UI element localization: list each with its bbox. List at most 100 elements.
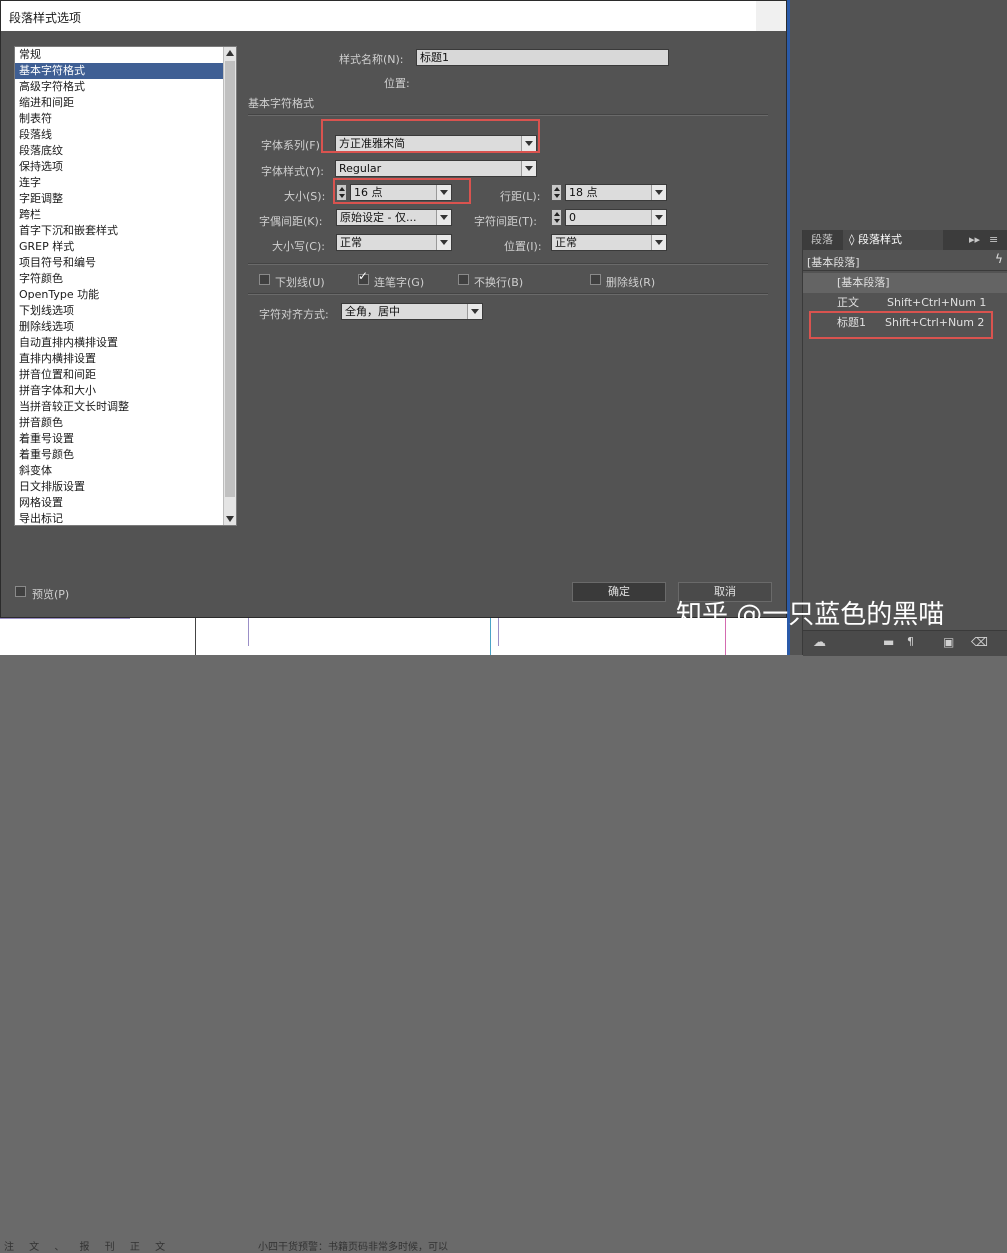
lightning-icon[interactable]: ϟ — [995, 252, 1003, 266]
frame-edge — [195, 618, 196, 655]
category-item[interactable]: 拼音位置和间距 — [15, 367, 236, 383]
ligatures-label: 连笔字(G) — [374, 276, 425, 289]
trash-icon[interactable]: ⌫ — [971, 635, 988, 649]
category-list[interactable]: 常规 基本字符格式 高级字符格式 缩进和间距 制表符 段落线 段落底纹 保持选项 连字 字距调整跨… — [14, 46, 237, 526]
category-item[interactable]: 基本字符格式 — [15, 63, 236, 79]
tracking-dropdown[interactable]: 0 — [565, 209, 667, 226]
category-item[interactable]: 当拼音较正文长时调整 — [15, 399, 236, 415]
style-item-basic[interactable]: [基本段落] — [803, 273, 1007, 293]
dialog-title: 段落样式选项 — [9, 11, 82, 25]
panel-menu-icon[interactable]: ≡ — [989, 230, 998, 250]
chevron-down-icon[interactable] — [436, 235, 451, 250]
category-item[interactable]: 连字 — [15, 175, 236, 191]
frame-edge — [0, 618, 130, 619]
collapse-icon[interactable]: ▸▸ — [969, 230, 980, 250]
nobreak-checkbox[interactable] — [458, 274, 469, 285]
category-item[interactable]: OpenType 功能 — [15, 287, 236, 303]
category-item[interactable]: 保持选项 — [15, 159, 236, 175]
style-item-name: 正文 — [837, 296, 859, 309]
category-item[interactable]: 斜变体 — [15, 463, 236, 479]
dialog-titlebar[interactable]: 段落样式选项 — [1, 1, 786, 31]
underline-checkbox[interactable] — [259, 274, 270, 285]
tracking-value: 0 — [569, 211, 576, 224]
category-item[interactable]: 直排内横排设置 — [15, 351, 236, 367]
category-item[interactable]: 跨栏 — [15, 207, 236, 223]
category-item[interactable]: 字符颜色 — [15, 271, 236, 287]
underline-label: 下划线(U) — [275, 276, 325, 289]
frame-edge — [498, 618, 499, 646]
category-item[interactable]: 字距调整 — [15, 191, 236, 207]
category-item[interactable]: 删除线选项 — [15, 319, 236, 335]
chevron-down-icon[interactable] — [651, 210, 666, 225]
highlight-box-font-family — [321, 119, 540, 153]
category-item[interactable]: 网格设置 — [15, 495, 236, 511]
category-item[interactable]: 着重号颜色 — [15, 447, 236, 463]
style-name-label: 样式名称(N): — [339, 53, 404, 66]
font-style-value: Regular — [339, 162, 382, 175]
position-dropdown[interactable]: 正常 — [551, 234, 667, 251]
category-item[interactable]: GREP 样式 — [15, 239, 236, 255]
leading-dropdown[interactable]: 18 点 — [565, 184, 667, 201]
ok-button[interactable]: 确定 — [572, 582, 666, 602]
location-label: 位置: — [384, 77, 410, 90]
position-value: 正常 — [555, 236, 577, 249]
tab-diamond-icon: ◊ — [849, 233, 855, 246]
tab-paragraph-styles[interactable]: 段落样式 — [858, 230, 902, 250]
size-label: 大小(S): — [284, 190, 326, 203]
category-item[interactable]: 下划线选项 — [15, 303, 236, 319]
document-text-left: 注 文 、 报 刊 正 文 — [4, 1242, 172, 1253]
section-divider — [248, 263, 768, 265]
window-border — [787, 0, 790, 655]
category-item[interactable]: 制表符 — [15, 111, 236, 127]
scroll-up-icon[interactable] — [226, 50, 234, 56]
char-align-dropdown[interactable]: 全角，居中 — [341, 303, 483, 320]
kerning-dropdown[interactable]: 原始设定 - 仅... — [336, 209, 452, 226]
scroll-down-icon[interactable] — [226, 516, 234, 522]
chevron-down-icon[interactable] — [436, 210, 451, 225]
watermark: 知乎 @一只蓝色的黑喵 — [676, 600, 945, 630]
font-style-dropdown[interactable]: Regular — [335, 160, 537, 177]
section-title: 基本字符格式 — [248, 97, 314, 110]
category-item[interactable]: 段落底纹 — [15, 143, 236, 159]
category-item[interactable]: 首字下沉和嵌套样式 — [15, 223, 236, 239]
highlight-box-size — [333, 178, 471, 204]
category-item[interactable]: 拼音颜色 — [15, 415, 236, 431]
category-scrollbar[interactable] — [223, 47, 236, 525]
category-item[interactable]: 项目符号和编号 — [15, 255, 236, 271]
chevron-down-icon[interactable] — [467, 304, 482, 319]
style-item-body[interactable]: 正文 Shift+Ctrl+Num 1 — [803, 293, 1007, 313]
preview-label: 预览(P) — [32, 588, 70, 601]
tracking-stepper-icon[interactable] — [551, 209, 562, 226]
category-item[interactable]: 高级字符格式 — [15, 79, 236, 95]
section-divider — [248, 293, 768, 295]
category-item[interactable]: 常规 — [15, 47, 236, 63]
preview-checkbox[interactable] — [15, 586, 26, 597]
clear-overrides-icon[interactable]: ¶ — [907, 635, 914, 648]
chevron-down-icon[interactable] — [651, 235, 666, 250]
panel-footer: ☁ ▬ ¶ ▣ ⌫ — [803, 630, 1007, 656]
category-item[interactable]: 缩进和间距 — [15, 95, 236, 111]
category-item[interactable]: 段落线 — [15, 127, 236, 143]
chevron-down-icon[interactable] — [651, 185, 666, 200]
category-item[interactable]: 日文排版设置 — [15, 479, 236, 495]
folder-icon[interactable]: ▬ — [883, 635, 894, 649]
chevron-down-icon[interactable] — [521, 161, 536, 176]
current-style-label: [基本段落] — [807, 256, 860, 269]
category-item[interactable]: 拼音字体和大小 — [15, 383, 236, 399]
new-style-icon[interactable]: ▣ — [943, 635, 954, 649]
leading-stepper-icon[interactable] — [551, 184, 562, 201]
category-item[interactable]: 自动直排内横排设置 — [15, 335, 236, 351]
strikethrough-checkbox[interactable] — [590, 274, 601, 285]
scroll-thumb[interactable] — [225, 61, 235, 497]
category-item[interactable]: 着重号设置 — [15, 431, 236, 447]
tab-paragraph[interactable]: 段落 — [811, 230, 833, 250]
frame-edge — [490, 618, 491, 655]
cloud-icon[interactable]: ☁ — [813, 635, 826, 650]
style-item-shortcut: Shift+Ctrl+Num 1 — [887, 296, 987, 309]
style-name-input[interactable]: 标题1 — [416, 49, 669, 66]
category-item[interactable]: 导出标记 — [15, 511, 236, 525]
close-button[interactable] — [756, 1, 786, 31]
case-dropdown[interactable]: 正常 — [336, 234, 452, 251]
tracking-label: 字符间距(T): — [474, 215, 538, 228]
frame-edge — [248, 618, 249, 646]
